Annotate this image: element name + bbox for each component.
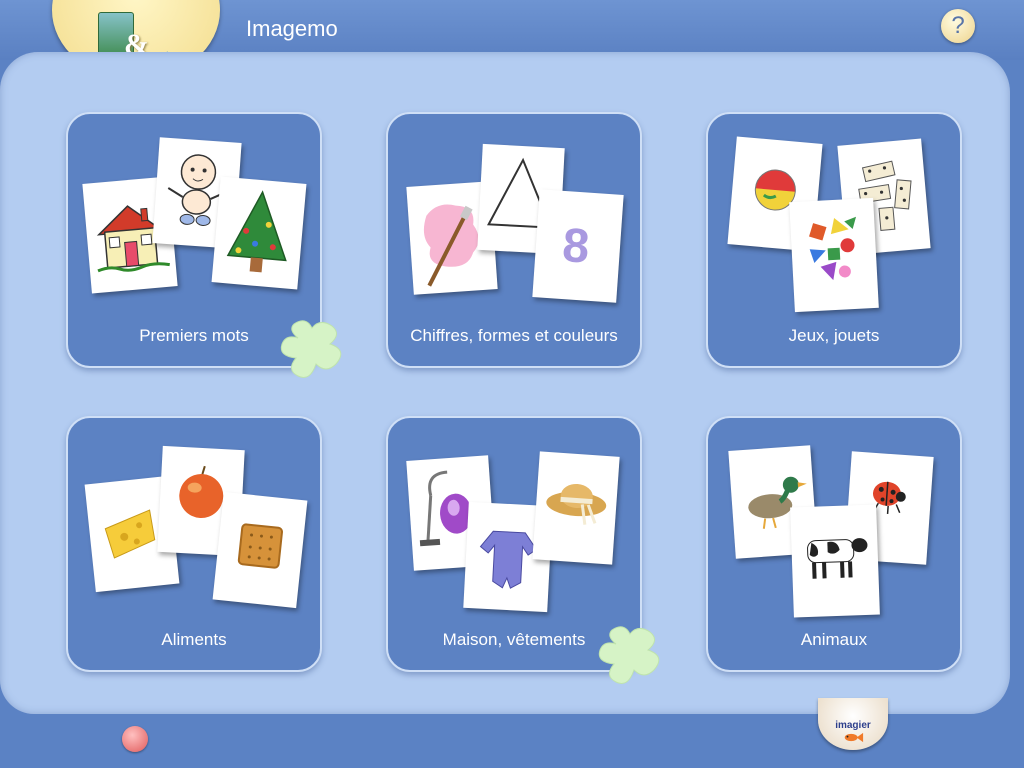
photo-card: 8 — [532, 189, 624, 303]
category-card-jeux-jouets[interactable]: Jeux, jouets — [706, 112, 962, 368]
category-label: Animaux — [800, 630, 868, 649]
splat-icon — [280, 320, 342, 378]
help-button[interactable]: ? — [941, 9, 975, 43]
cow-icon — [807, 538, 868, 579]
photo-card — [790, 504, 880, 618]
category-label: Chiffres, formes et couleurs — [410, 326, 618, 345]
number-eight-icon: 8 — [561, 219, 591, 274]
category-label: Aliments — [161, 630, 227, 649]
category-card-aliments[interactable]: Aliments — [66, 416, 322, 672]
fish-icon — [844, 732, 864, 743]
photo-card — [212, 491, 308, 609]
shapes-icon — [809, 216, 857, 281]
biscuit-icon — [237, 523, 284, 569]
splat-icon — [598, 626, 660, 684]
photo-card — [789, 197, 879, 313]
category-card-animaux[interactable]: Animaux — [706, 416, 962, 672]
straw-hat-icon — [546, 484, 607, 525]
imagier-label: imagier — [835, 720, 871, 731]
category-label: Jeux, jouets — [788, 326, 880, 345]
category-card-chiffres-formes-couleurs[interactable]: 8 Chiffres, formes et couleurs — [386, 112, 642, 368]
photo-card — [211, 176, 307, 290]
app-title: Imagemo — [246, 16, 338, 41]
christmas-tree-icon — [226, 190, 287, 273]
svg-text:8: 8 — [561, 219, 591, 274]
photo-card — [532, 451, 620, 565]
red-dot-button[interactable] — [122, 726, 148, 752]
